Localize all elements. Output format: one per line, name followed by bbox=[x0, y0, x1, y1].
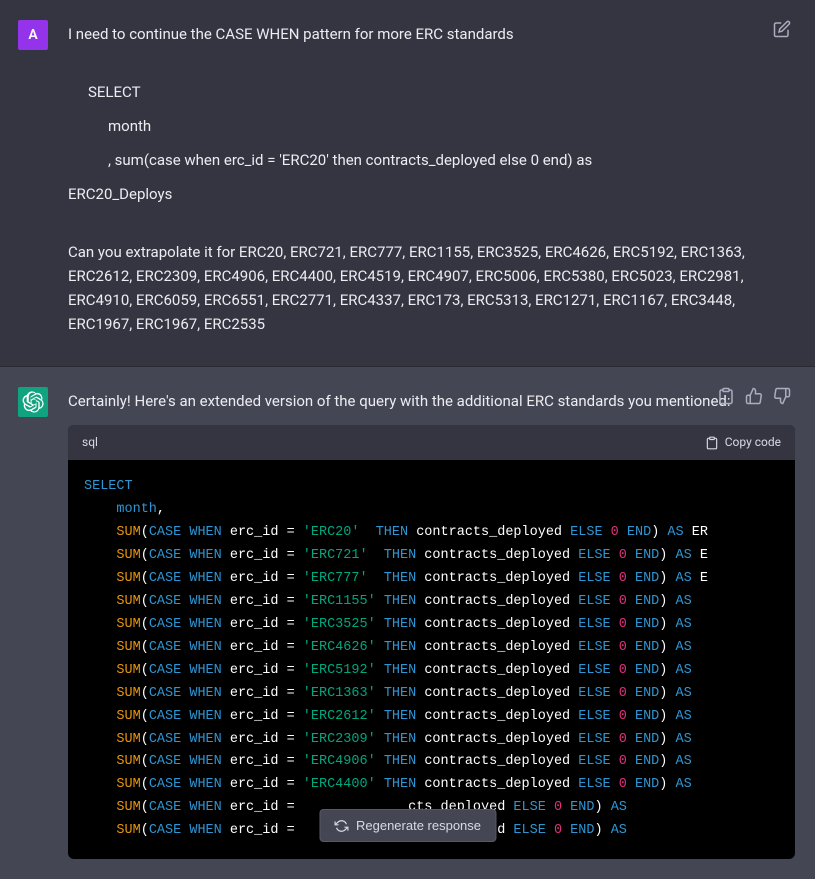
sql-code: SELECT month, SUM(CASE WHEN erc_id = 'ER… bbox=[68, 460, 795, 859]
assistant-intro: Certainly! Here's an extended version of… bbox=[68, 389, 795, 413]
code-language-label: sql bbox=[82, 433, 98, 452]
user-message: A I need to continue the CASE WHEN patte… bbox=[0, 0, 815, 367]
regenerate-response-button[interactable]: Regenerate response bbox=[319, 809, 496, 842]
edit-icon[interactable] bbox=[773, 20, 791, 38]
thumbs-up-icon[interactable] bbox=[745, 387, 763, 405]
user-sql-line: SELECT bbox=[88, 80, 795, 104]
user-avatar-letter: A bbox=[28, 24, 37, 46]
user-text-line: I need to continue the CASE WHEN pattern… bbox=[68, 22, 795, 46]
user-sql-line: , sum(case when erc_id = 'ERC20' then co… bbox=[108, 148, 795, 172]
assistant-avatar bbox=[18, 387, 48, 417]
user-content: I need to continue the CASE WHEN pattern… bbox=[68, 20, 795, 346]
user-text-line: Can you extrapolate it for ERC20, ERC721… bbox=[68, 240, 795, 336]
user-actions bbox=[773, 20, 791, 38]
regenerate-label: Regenerate response bbox=[356, 818, 481, 833]
user-sql-line: ERC20_Deploys bbox=[68, 182, 795, 206]
thumbs-down-icon[interactable] bbox=[773, 387, 791, 405]
code-block: sql Copy code SELECT month, SUM(CASE WHE… bbox=[68, 425, 795, 859]
copy-code-button[interactable]: Copy code bbox=[705, 433, 781, 452]
assistant-actions bbox=[717, 387, 791, 405]
copy-code-label: Copy code bbox=[725, 433, 781, 452]
user-avatar: A bbox=[18, 20, 48, 50]
user-sql-line: month bbox=[108, 114, 795, 138]
assistant-content: Certainly! Here's an extended version of… bbox=[68, 387, 795, 859]
assistant-message: Certainly! Here's an extended version of… bbox=[0, 367, 815, 879]
code-header: sql Copy code bbox=[68, 425, 795, 460]
clipboard-icon bbox=[705, 436, 719, 450]
refresh-icon bbox=[334, 819, 348, 833]
copy-icon[interactable] bbox=[717, 387, 735, 405]
